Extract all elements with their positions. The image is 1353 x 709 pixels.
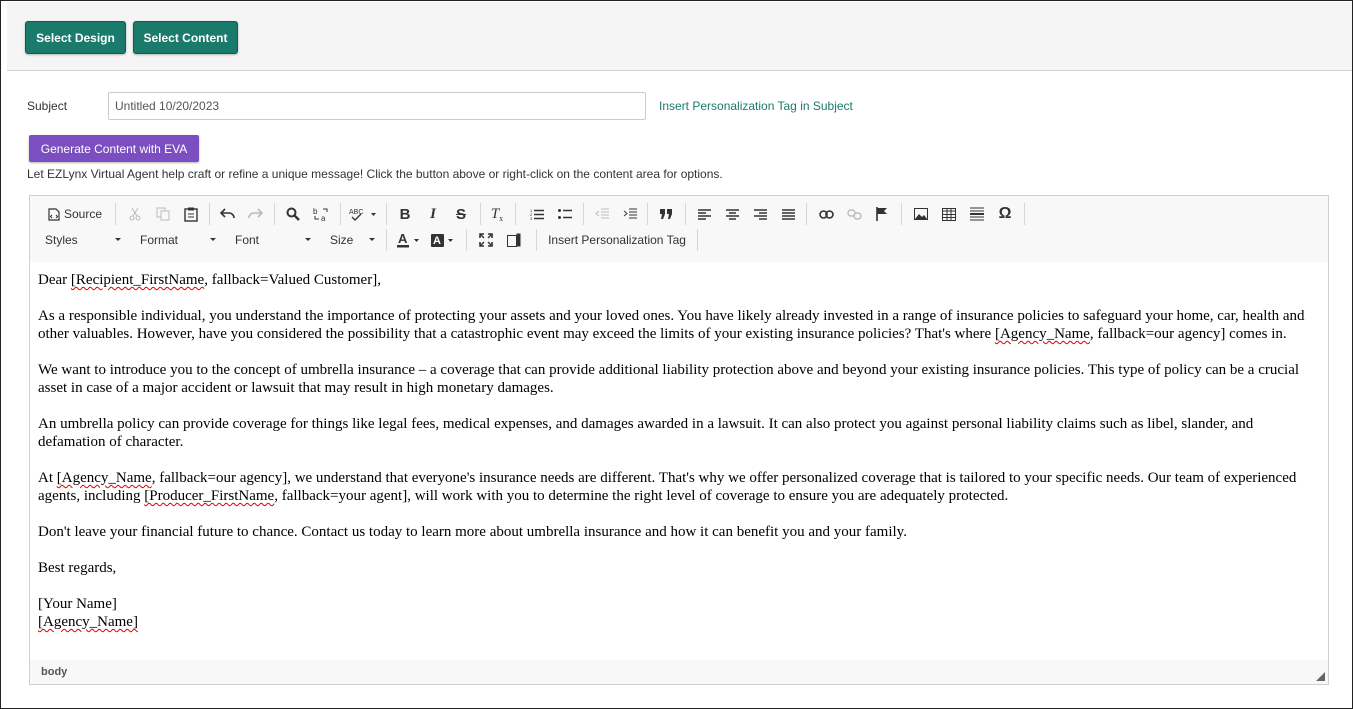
blockquote-icon[interactable] <box>655 203 677 225</box>
select-content-button[interactable]: Select Content <box>133 21 238 54</box>
font-dropdown[interactable]: Font <box>235 229 311 251</box>
italic-icon[interactable]: I <box>422 203 444 225</box>
paragraph-2: We want to introduce you to the concept … <box>38 362 1300 396</box>
align-left-icon[interactable] <box>693 203 715 225</box>
align-center-icon[interactable] <box>721 203 743 225</box>
elements-path-bar: body <box>30 660 1328 684</box>
copy-icon[interactable] <box>152 203 174 225</box>
svg-text:b: b <box>313 207 318 216</box>
anchor-flag-icon[interactable] <box>871 203 893 225</box>
link-icon[interactable] <box>815 203 837 225</box>
svg-text:3: 3 <box>530 216 533 220</box>
bullet-list-icon[interactable] <box>554 203 576 225</box>
resize-handle-icon[interactable] <box>1316 672 1325 681</box>
greeting-paragraph: Dear [Recipient_FirstName, fallback=Valu… <box>38 272 381 288</box>
unlink-icon[interactable] <box>843 203 865 225</box>
outdent-icon[interactable] <box>591 203 613 225</box>
undo-icon[interactable] <box>216 203 238 225</box>
insert-personalization-tag-button[interactable]: Insert Personalization Tag <box>542 229 692 251</box>
generate-eva-button[interactable]: Generate Content with EVA <box>29 135 199 162</box>
insert-tag-subject-link[interactable]: Insert Personalization Tag in Subject <box>659 99 853 113</box>
paragraph-3: An umbrella policy can provide coverage … <box>38 416 1254 450</box>
indent-icon[interactable] <box>619 203 641 225</box>
background-color-icon[interactable]: A <box>430 229 456 251</box>
replace-icon[interactable]: ba <box>310 203 332 225</box>
source-label: Source <box>63 207 103 221</box>
svg-text:A: A <box>433 235 441 247</box>
source-icon <box>48 207 60 221</box>
svg-text:A: A <box>398 232 408 246</box>
svg-text:ABC: ABC <box>349 209 363 216</box>
agency-tag: [Agency_Name <box>56 470 152 486</box>
horizontal-rule-icon[interactable] <box>966 203 988 225</box>
bold-icon[interactable]: B <box>394 203 416 225</box>
paragraph-1: As a responsible individual, you underst… <box>38 308 1305 342</box>
styles-dropdown[interactable]: Styles <box>45 229 121 251</box>
image-icon[interactable] <box>910 203 932 225</box>
paragraph-5: Don't leave your financial future to cha… <box>38 524 907 540</box>
signature-agency: [Agency_Name] <box>38 614 138 630</box>
signature-name: [Your Name] <box>38 596 117 612</box>
table-icon[interactable] <box>938 203 960 225</box>
top-bar: Select Design Select Content <box>7 2 1352 71</box>
window-frame: Select Design Select Content Subject Unt… <box>0 0 1353 709</box>
size-dropdown[interactable]: Size <box>330 229 375 251</box>
svg-text:a: a <box>321 214 326 222</box>
maximize-icon[interactable] <box>475 229 497 251</box>
spellcheck-icon[interactable]: ABC <box>348 203 378 225</box>
redo-icon[interactable] <box>244 203 266 225</box>
strikethrough-icon[interactable]: S <box>450 203 472 225</box>
source-button[interactable]: Source <box>45 203 105 225</box>
special-char-icon[interactable]: Ω <box>994 203 1016 225</box>
show-blocks-icon[interactable] <box>503 229 525 251</box>
subject-input[interactable]: Untitled 10/20/2023 <box>108 92 646 120</box>
paragraph-4: At [Agency_Name, fallback=our agency], w… <box>38 470 1297 504</box>
producer-tag: [Producer_FirstName <box>144 488 275 504</box>
editor-toolbar: Source ba ABC B I S T x 1 2 3 Ω Styles F… <box>30 196 1328 262</box>
select-design-button[interactable]: Select Design <box>25 21 126 54</box>
recipient-tag: [Recipient_FirstName <box>70 272 205 288</box>
cut-icon[interactable] <box>124 203 146 225</box>
align-right-icon[interactable] <box>749 203 771 225</box>
agency-tag: [Agency_Name <box>994 326 1090 342</box>
closing: Best regards, <box>38 560 117 576</box>
subject-label: Subject <box>27 99 68 113</box>
paste-icon[interactable] <box>180 203 202 225</box>
format-dropdown[interactable]: Format <box>140 229 216 251</box>
text-color-icon[interactable]: A <box>396 229 422 251</box>
remove-format-icon[interactable]: Tx <box>486 203 508 225</box>
editor-content[interactable]: Dear [Recipient_FirstName, fallback=Valu… <box>38 271 1324 631</box>
element-path-body[interactable]: body <box>41 666 67 678</box>
eva-help-text: Let EZLynx Virtual Agent help craft or r… <box>27 167 723 181</box>
find-icon[interactable] <box>282 203 304 225</box>
justify-icon[interactable] <box>777 203 799 225</box>
rich-text-editor: Source ba ABC B I S T x 1 2 3 Ω Styles F… <box>29 195 1329 685</box>
numbered-list-icon[interactable]: 123 <box>526 203 548 225</box>
